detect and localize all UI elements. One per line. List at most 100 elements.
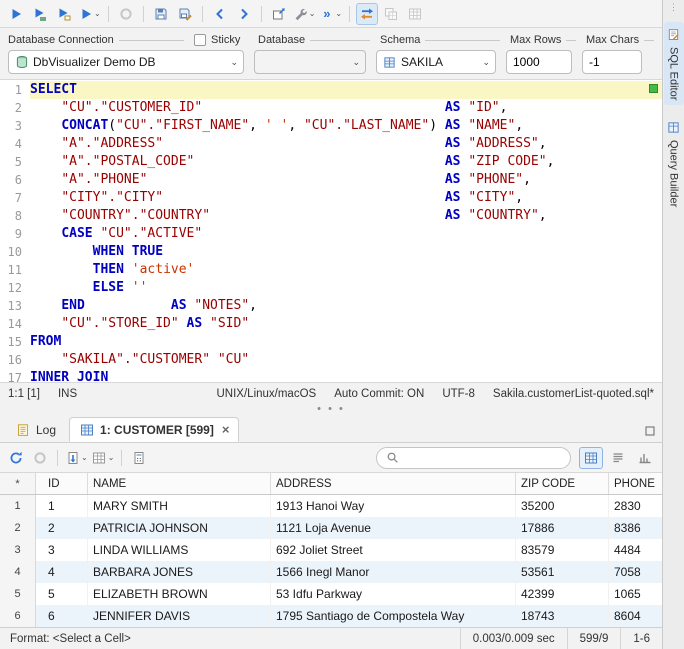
grid-cell[interactable]: 83579 <box>516 539 609 561</box>
grid-cell[interactable]: 6 <box>36 605 88 627</box>
code-line-6[interactable]: 6 "A"."PHONE" AS "PHONE", <box>0 171 662 189</box>
encoding-indicator[interactable]: UTF-8 <box>442 388 475 400</box>
grid-cell[interactable]: 2 <box>36 517 88 539</box>
grid-cell[interactable]: BARBARA JONES <box>88 561 271 583</box>
grid-cell[interactable]: 4 <box>36 561 88 583</box>
code-line-2[interactable]: 2 "CU"."CUSTOMER_ID" AS "ID", <box>0 99 662 117</box>
execute-current-button[interactable] <box>53 3 75 25</box>
connection-select[interactable]: DbVisualizer Demo DB ⌄ <box>8 50 244 74</box>
grid-cell[interactable]: LINDA WILLIAMS <box>88 539 271 561</box>
text-view-button[interactable] <box>606 447 630 469</box>
grid-cell[interactable]: 2830 <box>609 495 662 517</box>
column-header-address[interactable]: ADDRESS <box>271 473 516 494</box>
stop-button[interactable] <box>115 3 137 25</box>
grid-cell[interactable]: 1795 Santiago de Compostela Way <box>271 605 516 627</box>
editor-tools-button[interactable]: ⌄ <box>292 3 317 25</box>
grid-cell[interactable]: 692 Joliet Street <box>271 539 516 561</box>
code-area[interactable]: 1 SELECT 2 "CU"."CUSTOMER_ID" AS "ID", 3 CO… <box>0 81 662 382</box>
max-rows-input[interactable] <box>506 50 572 74</box>
save-as-button[interactable] <box>174 3 196 25</box>
sticky-checkbox[interactable] <box>194 34 206 46</box>
close-tab-icon[interactable]: × <box>222 423 230 436</box>
grid-cell[interactable]: ELIZABETH BROWN <box>88 583 271 605</box>
grid-cell[interactable]: 42399 <box>516 583 609 605</box>
grid-search[interactable] <box>376 446 571 469</box>
tab-result-customer[interactable]: 1: CUSTOMER [599] × <box>69 417 240 442</box>
code-line-15[interactable]: 15 FROM <box>0 333 662 351</box>
schema-select[interactable]: SAKILA ⌄ <box>376 50 496 74</box>
sql-editor[interactable]: 1 SELECT 2 "CU"."CUSTOMER_ID" AS "ID", 3 CO… <box>0 80 662 382</box>
column-header-phone[interactable]: PHONE <box>609 473 662 494</box>
code-line-8[interactable]: 8 "COUNTRY"."COUNTRY" AS "COUNTRY", <box>0 207 662 225</box>
grid-options-button[interactable] <box>404 3 426 25</box>
max-chars-input[interactable] <box>582 50 642 74</box>
tab-sql-editor[interactable]: SQL Editor <box>663 22 684 106</box>
code-line-7[interactable]: 7 "CITY"."CITY" AS "CITY", <box>0 189 662 207</box>
grid-view-button[interactable] <box>579 446 603 469</box>
code-line-16[interactable]: 16 "SAKILA"."CUSTOMER" "CU" <box>0 351 662 369</box>
grid-cell[interactable]: 8386 <box>609 517 662 539</box>
grid-cell[interactable]: 17886 <box>516 517 609 539</box>
execute-button[interactable] <box>5 3 27 25</box>
stop-load-button[interactable] <box>29 447 51 469</box>
grid-cell[interactable]: JENNIFER DAVIS <box>88 605 271 627</box>
grid-cell[interactable]: 5 <box>36 583 88 605</box>
line-ending-indicator[interactable]: UNIX/Linux/macOS <box>217 388 317 400</box>
grid-cell[interactable]: 8604 <box>609 605 662 627</box>
grid-cell[interactable]: 53561 <box>516 561 609 583</box>
grid-cell[interactable]: 18743 <box>516 605 609 627</box>
row-number[interactable]: 2 <box>0 517 36 539</box>
execute-options-button[interactable]: ⌄ <box>77 3 102 25</box>
code-line-1[interactable]: 1 SELECT <box>0 81 662 99</box>
grid-cell[interactable]: 1566 Inegl Manor <box>271 561 516 583</box>
code-line-14[interactable]: 14 "CU"."STORE_ID" AS "SID" <box>0 315 662 333</box>
code-line-5[interactable]: 5 "A"."POSTAL_CODE" AS "ZIP CODE", <box>0 153 662 171</box>
maximize-panel-button[interactable] <box>644 425 656 437</box>
grid-cell[interactable]: 4484 <box>609 539 662 561</box>
row-number[interactable]: 1 <box>0 495 36 517</box>
grid-cell[interactable]: 1065 <box>609 583 662 605</box>
grid-cell[interactable]: 3 <box>36 539 88 561</box>
tab-query-builder[interactable]: Query Builder <box>664 115 684 212</box>
grid-mode-button[interactable]: ⌄ <box>91 447 116 469</box>
column-header-rownum[interactable]: * <box>0 473 36 494</box>
pin-results-toggle[interactable] <box>356 2 379 25</box>
column-header-id[interactable]: ID <box>36 473 88 494</box>
code-line-11[interactable]: 11 THEN 'active' <box>0 261 662 279</box>
grid-cell[interactable]: 7058 <box>609 561 662 583</box>
code-line-13[interactable]: 13 END AS "NOTES", <box>0 297 662 315</box>
database-select[interactable]: ⌄ <box>254 50 366 74</box>
grid-cell[interactable]: MARY SMITH <box>88 495 271 517</box>
copy-selection-button[interactable] <box>380 3 402 25</box>
tab-log[interactable]: Log <box>6 417 65 442</box>
open-in-new-tab-button[interactable] <box>268 3 290 25</box>
column-header-name[interactable]: NAME <box>88 473 271 494</box>
code-line-10[interactable]: 10 WHEN TRUE <box>0 243 662 261</box>
grid-cell[interactable]: 35200 <box>516 495 609 517</box>
column-header-zip-code[interactable]: ZIP CODE <box>516 473 609 494</box>
panel-splitter[interactable]: • • • <box>0 404 662 415</box>
more-commands-button[interactable]: » ⌄ <box>318 3 343 25</box>
grid-cell[interactable]: 1 <box>36 495 88 517</box>
code-line-17[interactable]: 17 INNER JOIN <box>0 369 662 382</box>
row-number[interactable]: 3 <box>0 539 36 561</box>
code-line-4[interactable]: 4 "A"."ADDRESS" AS "ADDRESS", <box>0 135 662 153</box>
grid-cell[interactable]: 1121 Loja Avenue <box>271 517 516 539</box>
code-line-12[interactable]: 12 ELSE '' <box>0 279 662 297</box>
history-back-button[interactable] <box>209 3 231 25</box>
execute-script-button[interactable] <box>29 3 51 25</box>
grid-search-input[interactable] <box>405 450 562 465</box>
grid-cell[interactable]: 53 Idfu Parkway <box>271 583 516 605</box>
history-forward-button[interactable] <box>233 3 255 25</box>
chart-view-button[interactable] <box>633 447 657 469</box>
save-button[interactable] <box>150 3 172 25</box>
edit-options-button[interactable] <box>128 447 150 469</box>
code-line-3[interactable]: 3 CONCAT("CU"."FIRST_NAME", ' ', "CU"."L… <box>0 117 662 135</box>
row-number[interactable]: 4 <box>0 561 36 583</box>
export-grid-button[interactable]: ⌄ <box>64 447 89 469</box>
reload-button[interactable] <box>5 447 27 469</box>
grid-cell[interactable]: PATRICIA JOHNSON <box>88 517 271 539</box>
grid-cell[interactable]: 1913 Hanoi Way <box>271 495 516 517</box>
code-line-9[interactable]: 9 CASE "CU"."ACTIVE" <box>0 225 662 243</box>
row-number[interactable]: 6 <box>0 605 36 627</box>
